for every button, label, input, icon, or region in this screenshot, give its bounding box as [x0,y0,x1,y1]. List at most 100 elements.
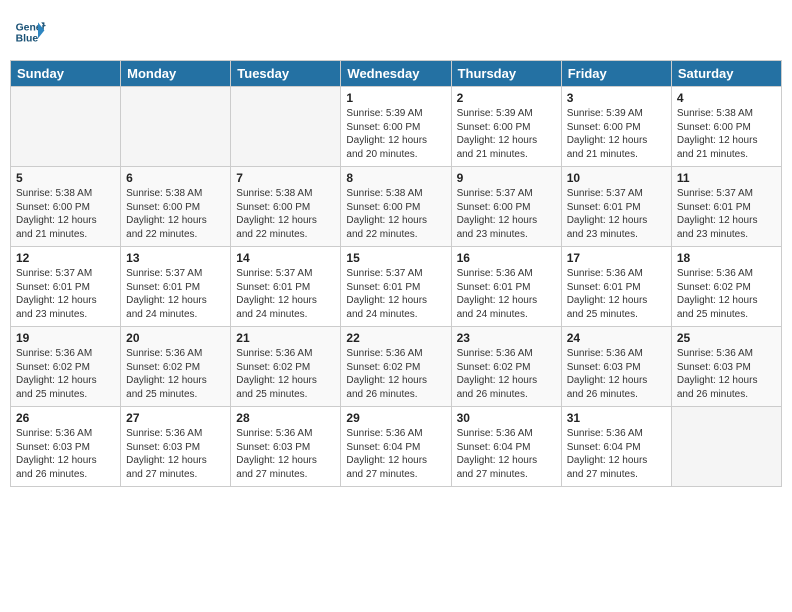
day-info: Sunrise: 5:36 AM Sunset: 6:04 PM Dayligh… [567,427,666,481]
calendar-cell: 31 Sunrise: 5:36 AM Sunset: 6:04 PM Dayli… [561,407,671,487]
col-header-sunday: Sunday [11,61,121,87]
calendar-cell: 7 Sunrise: 5:38 AM Sunset: 6:00 PM Daylig… [231,167,341,247]
day-number: 11 [677,171,776,185]
day-number: 1 [346,91,445,105]
col-header-saturday: Saturday [671,61,781,87]
calendar-cell: 29 Sunrise: 5:36 AM Sunset: 6:04 PM Dayli… [341,407,451,487]
calendar-cell [121,87,231,167]
day-number: 26 [16,411,115,425]
calendar-cell: 6 Sunrise: 5:38 AM Sunset: 6:00 PM Daylig… [121,167,231,247]
day-number: 17 [567,251,666,265]
calendar-cell: 26 Sunrise: 5:36 AM Sunset: 6:03 PM Dayli… [11,407,121,487]
calendar-cell: 17 Sunrise: 5:36 AM Sunset: 6:01 PM Dayli… [561,247,671,327]
calendar-cell: 5Sunrise: 5:38 AM Sunset: 6:00 PM Daylig… [11,167,121,247]
calendar-cell: 23 Sunrise: 5:36 AM Sunset: 6:02 PM Dayli… [451,327,561,407]
day-info: Sunrise: 5:39 AM Sunset: 6:00 PM Dayligh… [567,107,666,161]
day-info: Sunrise: 5:36 AM Sunset: 6:03 PM Dayligh… [677,347,776,401]
day-info: Sunrise: 5:36 AM Sunset: 6:02 PM Dayligh… [457,347,556,401]
col-header-friday: Friday [561,61,671,87]
day-info: Sunrise: 5:36 AM Sunset: 6:03 PM Dayligh… [567,347,666,401]
calendar-cell: 22 Sunrise: 5:36 AM Sunset: 6:02 PM Dayli… [341,327,451,407]
day-number: 19 [16,331,115,345]
day-number: 13 [126,251,225,265]
day-info: Sunrise: 5:36 AM Sunset: 6:03 PM Dayligh… [16,427,115,481]
day-number: 23 [457,331,556,345]
calendar-cell: 4Sunrise: 5:38 AM Sunset: 6:00 PM Daylig… [671,87,781,167]
day-info: Sunrise: 5:36 AM Sunset: 6:02 PM Dayligh… [236,347,335,401]
day-number: 15 [346,251,445,265]
calendar-cell: 25 Sunrise: 5:36 AM Sunset: 6:03 PM Dayli… [671,327,781,407]
calendar-cell: 9 Sunrise: 5:37 AM Sunset: 6:00 PM Daylig… [451,167,561,247]
day-info: Sunrise: 5:38 AM Sunset: 6:00 PM Dayligh… [236,187,335,241]
svg-text:Blue: Blue [16,34,39,45]
day-info: Sunrise: 5:37 AM Sunset: 6:01 PM Dayligh… [236,267,335,321]
calendar-cell: 8 Sunrise: 5:38 AM Sunset: 6:00 PM Daylig… [341,167,451,247]
calendar-cell: 16Sunrise: 5:36 AM Sunset: 6:01 PM Dayli… [451,247,561,327]
col-header-monday: Monday [121,61,231,87]
day-number: 9 [457,171,556,185]
calendar-cell: 12 Sunrise: 5:37 AM Sunset: 6:01 PM Dayli… [11,247,121,327]
calendar-cell: 1 Sunrise: 5:39 AM Sunset: 6:00 PM Daylig… [341,87,451,167]
day-number: 8 [346,171,445,185]
day-info: Sunrise: 5:36 AM Sunset: 6:02 PM Dayligh… [346,347,445,401]
col-header-wednesday: Wednesday [341,61,451,87]
day-number: 28 [236,411,335,425]
day-info: Sunrise: 5:37 AM Sunset: 6:01 PM Dayligh… [16,267,115,321]
day-number: 21 [236,331,335,345]
day-number: 24 [567,331,666,345]
page-header: General Blue [10,10,782,54]
calendar-cell: 18Sunrise: 5:36 AM Sunset: 6:02 PM Dayli… [671,247,781,327]
col-header-tuesday: Tuesday [231,61,341,87]
day-info: Sunrise: 5:38 AM Sunset: 6:00 PM Dayligh… [126,187,225,241]
day-info: Sunrise: 5:37 AM Sunset: 6:01 PM Dayligh… [677,187,776,241]
calendar-cell [671,407,781,487]
day-number: 29 [346,411,445,425]
calendar-cell: 27 Sunrise: 5:36 AM Sunset: 6:03 PM Dayli… [121,407,231,487]
calendar-cell: 20 Sunrise: 5:36 AM Sunset: 6:02 PM Dayli… [121,327,231,407]
day-number: 2 [457,91,556,105]
calendar-cell: 30Sunrise: 5:36 AM Sunset: 6:04 PM Dayli… [451,407,561,487]
logo: General Blue [14,16,50,48]
calendar-cell [11,87,121,167]
calendar-cell: 11 Sunrise: 5:37 AM Sunset: 6:01 PM Dayli… [671,167,781,247]
day-info: Sunrise: 5:37 AM Sunset: 6:01 PM Dayligh… [126,267,225,321]
calendar-cell: 2Sunrise: 5:39 AM Sunset: 6:00 PM Daylig… [451,87,561,167]
day-info: Sunrise: 5:37 AM Sunset: 6:01 PM Dayligh… [346,267,445,321]
day-number: 4 [677,91,776,105]
calendar-cell: 3 Sunrise: 5:39 AM Sunset: 6:00 PM Daylig… [561,87,671,167]
day-number: 10 [567,171,666,185]
day-number: 14 [236,251,335,265]
day-info: Sunrise: 5:37 AM Sunset: 6:00 PM Dayligh… [457,187,556,241]
day-number: 20 [126,331,225,345]
calendar-table: SundayMondayTuesdayWednesdayThursdayFrid… [10,60,782,487]
day-number: 7 [236,171,335,185]
day-info: Sunrise: 5:39 AM Sunset: 6:00 PM Dayligh… [346,107,445,161]
day-info: Sunrise: 5:36 AM Sunset: 6:02 PM Dayligh… [16,347,115,401]
day-number: 31 [567,411,666,425]
calendar-cell: 21 Sunrise: 5:36 AM Sunset: 6:02 PM Dayli… [231,327,341,407]
col-header-thursday: Thursday [451,61,561,87]
day-info: Sunrise: 5:36 AM Sunset: 6:02 PM Dayligh… [126,347,225,401]
day-number: 30 [457,411,556,425]
day-number: 12 [16,251,115,265]
day-info: Sunrise: 5:36 AM Sunset: 6:01 PM Dayligh… [567,267,666,321]
day-info: Sunrise: 5:38 AM Sunset: 6:00 PM Dayligh… [346,187,445,241]
calendar-cell: 14 Sunrise: 5:37 AM Sunset: 6:01 PM Dayli… [231,247,341,327]
day-info: Sunrise: 5:36 AM Sunset: 6:03 PM Dayligh… [236,427,335,481]
day-number: 22 [346,331,445,345]
day-info: Sunrise: 5:36 AM Sunset: 6:03 PM Dayligh… [126,427,225,481]
calendar-cell [231,87,341,167]
calendar-cell: 10Sunrise: 5:37 AM Sunset: 6:01 PM Dayli… [561,167,671,247]
calendar-cell: 13 Sunrise: 5:37 AM Sunset: 6:01 PM Dayli… [121,247,231,327]
day-info: Sunrise: 5:38 AM Sunset: 6:00 PM Dayligh… [16,187,115,241]
day-info: Sunrise: 5:36 AM Sunset: 6:04 PM Dayligh… [346,427,445,481]
day-number: 27 [126,411,225,425]
calendar-cell: 15 Sunrise: 5:37 AM Sunset: 6:01 PM Dayli… [341,247,451,327]
logo-icon: General Blue [14,16,46,48]
day-number: 3 [567,91,666,105]
day-info: Sunrise: 5:36 AM Sunset: 6:02 PM Dayligh… [677,267,776,321]
day-number: 6 [126,171,225,185]
day-info: Sunrise: 5:36 AM Sunset: 6:01 PM Dayligh… [457,267,556,321]
day-number: 25 [677,331,776,345]
calendar-cell: 28 Sunrise: 5:36 AM Sunset: 6:03 PM Dayli… [231,407,341,487]
